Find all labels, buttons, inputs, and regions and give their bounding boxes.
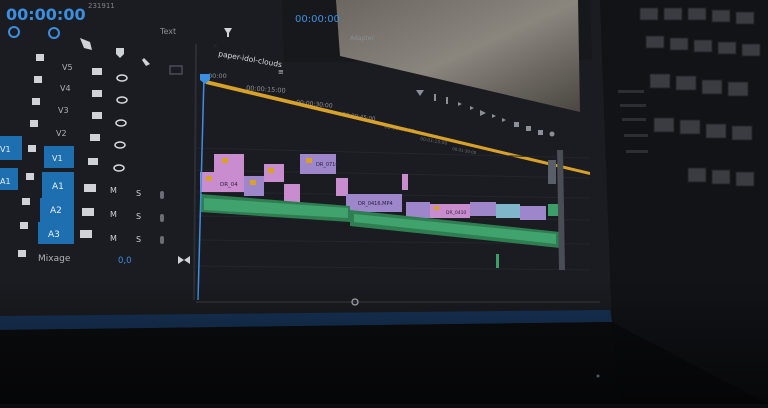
tab-menu-icon[interactable]: ≡ <box>278 68 284 76</box>
clip[interactable] <box>402 174 408 190</box>
clip[interactable] <box>470 202 496 216</box>
thumbnail[interactable] <box>701 79 723 95</box>
close-tab-icon[interactable]: × <box>212 42 218 50</box>
lock-icon[interactable] <box>26 173 34 180</box>
timeline-end-marker <box>557 149 565 271</box>
clip[interactable] <box>548 160 556 184</box>
sync-lock-icon[interactable] <box>84 184 96 192</box>
clip[interactable] <box>406 202 430 218</box>
sync-lock-icon[interactable] <box>80 230 92 238</box>
fx-badge-icon <box>434 206 439 210</box>
fx-badge-icon <box>206 176 212 181</box>
thumbnail[interactable] <box>727 81 749 97</box>
fx-badge-icon <box>222 158 228 163</box>
settings-icon[interactable] <box>549 131 555 137</box>
thumbnail[interactable] <box>711 9 731 23</box>
thumbnail[interactable] <box>705 123 727 139</box>
clip[interactable] <box>284 184 300 202</box>
thumbnail[interactable] <box>731 125 753 141</box>
mixage-value[interactable]: 0,0 <box>118 256 132 266</box>
ruler-label: 00:00 <box>208 72 227 80</box>
track-label: V5 <box>62 63 73 72</box>
clip[interactable] <box>336 178 348 196</box>
track-label: V3 <box>58 106 69 115</box>
clip[interactable] <box>244 176 264 196</box>
thumbnail[interactable] <box>693 39 713 53</box>
track-label: V2 <box>56 129 67 138</box>
sync-lock-icon[interactable] <box>82 208 94 216</box>
mark-in-icon[interactable] <box>434 94 436 101</box>
audio-clip[interactable] <box>496 254 499 268</box>
frame-counter: 231911 <box>88 2 115 10</box>
fx-badge-icon <box>250 180 256 185</box>
lock-icon[interactable] <box>20 222 28 229</box>
thumbnail[interactable] <box>741 43 761 57</box>
solo-button[interactable]: S <box>136 212 141 221</box>
clip[interactable] <box>520 206 546 220</box>
track-label: V1 <box>52 154 63 163</box>
solo-button[interactable]: S <box>136 189 141 198</box>
extract-icon[interactable] <box>526 126 531 131</box>
clip-label: DR_0410 <box>446 210 466 216</box>
timeline-timecode[interactable]: 00:00:00 <box>6 5 86 24</box>
sync-lock-icon[interactable] <box>92 68 102 75</box>
thumbnail[interactable] <box>717 41 737 55</box>
mute-button[interactable]: M <box>110 186 117 195</box>
lock-icon[interactable] <box>18 250 26 257</box>
thumbnail[interactable] <box>735 171 755 187</box>
track-label: A3 <box>48 230 60 240</box>
monitor-timecode: 00:00:00 <box>295 14 340 25</box>
clip-label: DR_0710 <box>316 162 339 168</box>
thumbnail[interactable] <box>639 7 659 21</box>
sync-lock-icon[interactable] <box>92 112 102 119</box>
vignette <box>0 280 768 404</box>
editor-screenshot: 00:00:00 Adapter 00:00:00 231911 Text × … <box>0 0 768 404</box>
mute-button[interactable]: M <box>110 210 117 219</box>
thumbnail[interactable] <box>687 167 707 183</box>
fx-badge-icon <box>268 168 274 173</box>
track-label: V4 <box>60 84 71 93</box>
clip[interactable] <box>214 154 244 172</box>
mixage-label: Mixage <box>38 254 71 264</box>
export-frame-icon[interactable] <box>538 130 543 135</box>
thumbnail[interactable] <box>675 75 697 91</box>
thumbnail[interactable] <box>649 73 671 89</box>
lock-icon[interactable] <box>36 54 44 61</box>
clip-label: DR_04 <box>220 182 238 188</box>
source-patch-label: V1 <box>0 145 11 154</box>
thumbnail[interactable] <box>663 7 683 21</box>
lock-icon[interactable] <box>34 76 42 83</box>
lock-icon[interactable] <box>28 145 36 152</box>
mark-out-icon[interactable] <box>446 97 448 104</box>
voiceover-record-icon[interactable] <box>160 236 164 244</box>
thumbnail[interactable] <box>679 119 701 135</box>
thumbnail[interactable] <box>711 169 731 185</box>
panel-label: Text <box>159 27 176 36</box>
mute-button[interactable]: M <box>110 234 117 243</box>
fx-badge-icon <box>306 158 312 163</box>
thumbnail[interactable] <box>687 7 707 21</box>
lift-icon[interactable] <box>514 122 519 127</box>
track-label: A1 <box>52 182 64 192</box>
lock-icon[interactable] <box>32 98 40 105</box>
thumbnail[interactable] <box>653 117 675 133</box>
thumbnail[interactable] <box>645 35 665 49</box>
thumbnail[interactable] <box>669 37 689 51</box>
track-label: A2 <box>50 206 62 216</box>
lock-icon[interactable] <box>30 120 38 127</box>
sync-lock-icon[interactable] <box>92 90 102 97</box>
clip-label: DR_0416.MP4 <box>358 201 393 207</box>
sync-lock-icon[interactable] <box>90 134 100 141</box>
voiceover-record-icon[interactable] <box>160 191 164 199</box>
thumbnail[interactable] <box>735 11 755 25</box>
lock-icon[interactable] <box>22 198 30 205</box>
sync-lock-icon[interactable] <box>88 158 98 165</box>
monitor-fit-dropdown[interactable]: Adapter <box>350 35 374 42</box>
source-patch-label: A1 <box>0 177 11 186</box>
solo-button[interactable]: S <box>136 235 141 244</box>
voiceover-record-icon[interactable] <box>160 214 164 222</box>
clip[interactable] <box>496 204 520 218</box>
